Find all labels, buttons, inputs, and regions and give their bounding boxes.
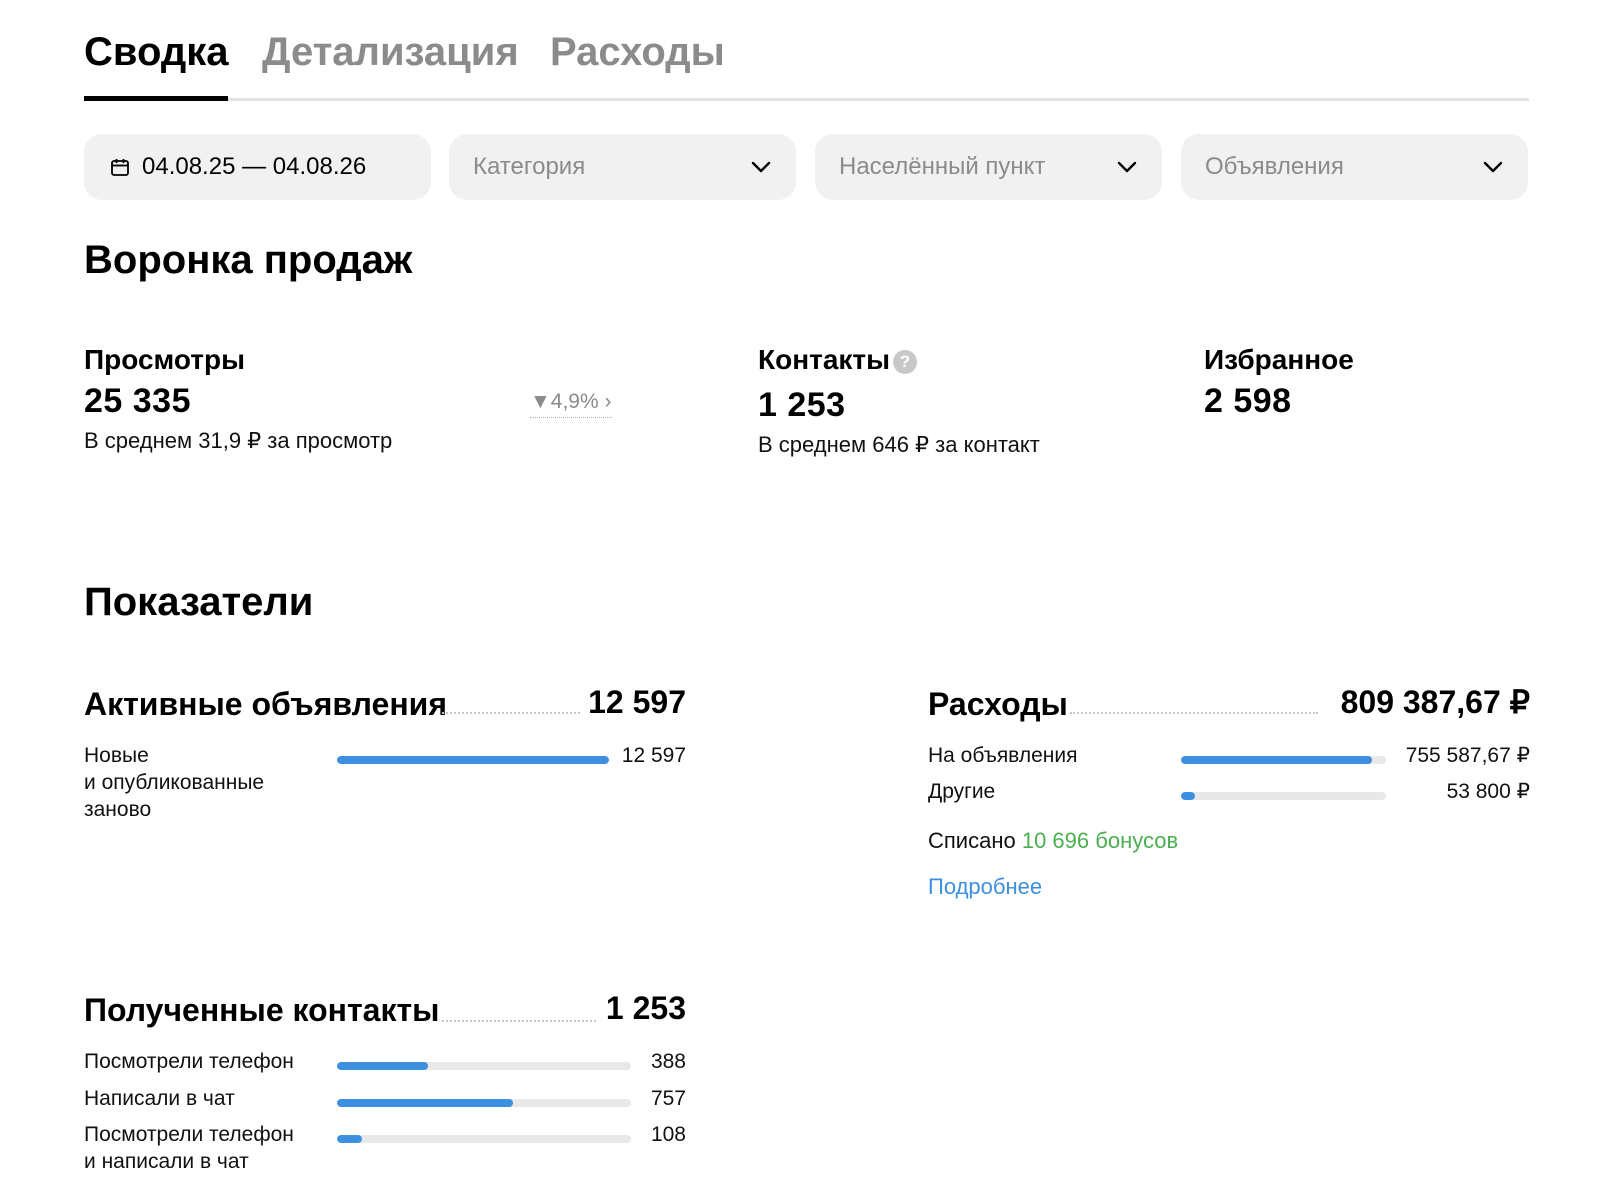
leader-dots — [442, 712, 580, 714]
tab-details[interactable]: Детализация — [262, 26, 519, 78]
tab-expenses[interactable]: Расходы — [550, 26, 725, 78]
views-trend[interactable]: ▼4,9% › — [530, 389, 612, 418]
row-label: Посмотрели телефон — [84, 1050, 294, 1073]
progress-bar — [1181, 792, 1386, 800]
progress-fill — [337, 756, 609, 764]
views-average: В среднем 31,9 ₽ за просмотр — [84, 428, 393, 453]
category-placeholder: Категория — [473, 153, 586, 180]
chevron-down-icon — [1117, 161, 1137, 173]
trend-down-icon: ▼ — [530, 390, 551, 413]
chevron-down-icon — [1483, 161, 1503, 173]
funnel-title: Воронка продаж — [84, 238, 413, 282]
row-value: 108 — [650, 1123, 686, 1146]
indicators-title: Показатели — [84, 580, 314, 624]
locality-placeholder: Населённый пункт — [839, 153, 1046, 180]
row-label: Новые и опубликованные заново — [84, 744, 265, 821]
active-ads-title: Активные объявления — [84, 686, 447, 722]
expenses-total: 809 387,67 ₽ — [1340, 684, 1530, 720]
row-label: Посмотрели телефон и написали в чат — [84, 1123, 294, 1173]
views-label: Просмотры — [84, 344, 246, 375]
progress-fill — [1181, 792, 1195, 800]
progress-fill — [337, 1135, 363, 1143]
row-value: 388 — [650, 1050, 686, 1073]
progress-bar — [1181, 756, 1386, 764]
bonus-writeoff: Списано 10 696 бонусов — [928, 828, 1179, 853]
row-value: 53 800 ₽ — [1446, 780, 1530, 803]
calendar-icon — [111, 159, 129, 176]
date-range-select[interactable]: 04.08.25 — 04.08.26 — [84, 134, 489, 200]
chevron-down-icon — [751, 161, 771, 173]
row-label: Другие — [928, 780, 996, 803]
chevron-right-icon: › — [604, 390, 612, 413]
help-icon[interactable]: ? — [893, 350, 917, 374]
favorites-value: 2 598 — [1204, 382, 1292, 420]
contacts-received-total: 1 253 — [605, 990, 686, 1026]
progress-fill — [337, 1099, 514, 1107]
ads-select[interactable]: Объявления — [1181, 134, 1528, 200]
active-ads-total: 12 597 — [588, 684, 686, 720]
views-trend-value: 4,9% — [550, 390, 599, 413]
date-range-value: 04.08.25 — 04.08.26 — [142, 153, 367, 180]
progress-fill — [1181, 756, 1372, 764]
favorites-label: Избранное — [1204, 344, 1354, 375]
tab-summary[interactable]: Сводка — [84, 26, 229, 78]
row-label: На объявления — [928, 744, 1078, 767]
leader-dots — [442, 1020, 596, 1022]
expenses-title: Расходы — [928, 686, 1068, 722]
contacts-received-title: Полученные контакты — [84, 992, 440, 1028]
progress-fill — [337, 1062, 429, 1070]
contacts-value: 1 253 — [758, 386, 846, 424]
locality-select[interactable]: Населённый пункт — [815, 134, 1162, 200]
active-tab-indicator — [84, 96, 228, 101]
progress-bar — [337, 1099, 631, 1107]
ads-placeholder: Объявления — [1205, 153, 1344, 180]
row-value: 12 597 — [621, 744, 686, 767]
contacts-average: В среднем 646 ₽ за контакт — [758, 432, 1040, 457]
category-select[interactable]: Категория — [449, 134, 796, 200]
contacts-label: Контакты — [758, 344, 891, 375]
progress-bar — [337, 1062, 631, 1070]
row-value: 757 — [650, 1087, 686, 1110]
progress-bar — [337, 756, 609, 764]
progress-bar — [337, 1135, 631, 1143]
row-value: 755 587,67 ₽ — [1405, 744, 1530, 767]
row-label: Написали в чат — [84, 1087, 235, 1110]
bonus-amount: 10 696 бонусов — [1021, 828, 1179, 853]
views-value: 25 335 — [84, 382, 191, 420]
more-details-link[interactable]: Подробнее — [928, 873, 1042, 901]
tab-bar: Сводка Детализация Расходы — [84, 20, 1529, 101]
